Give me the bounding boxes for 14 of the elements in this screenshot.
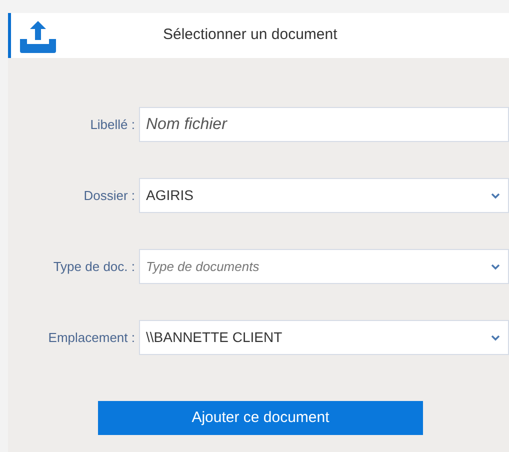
field-label: Libellé :	[89, 116, 136, 134]
field-label: Emplacement :	[47, 328, 136, 347]
dialog-title: Sélectionner un document	[163, 25, 338, 46]
field-label: Dossier :	[82, 186, 136, 205]
input-field[interactable]: Nom fichier	[139, 107, 509, 142]
field-label: Type de doc. :	[52, 258, 136, 276]
dropdown-field[interactable]: Type de documents	[139, 249, 509, 284]
chevron-down-icon	[491, 264, 500, 270]
submit-button[interactable]: Ajouter ce document	[98, 401, 423, 435]
chevron-down-icon	[491, 334, 500, 340]
dropdown-field[interactable]: \\BANNETTE CLIENT	[139, 320, 509, 355]
upload-icon	[18, 18, 58, 52]
chevron-down-icon	[491, 192, 500, 198]
dropdown-field[interactable]: AGIRIS	[139, 178, 509, 213]
